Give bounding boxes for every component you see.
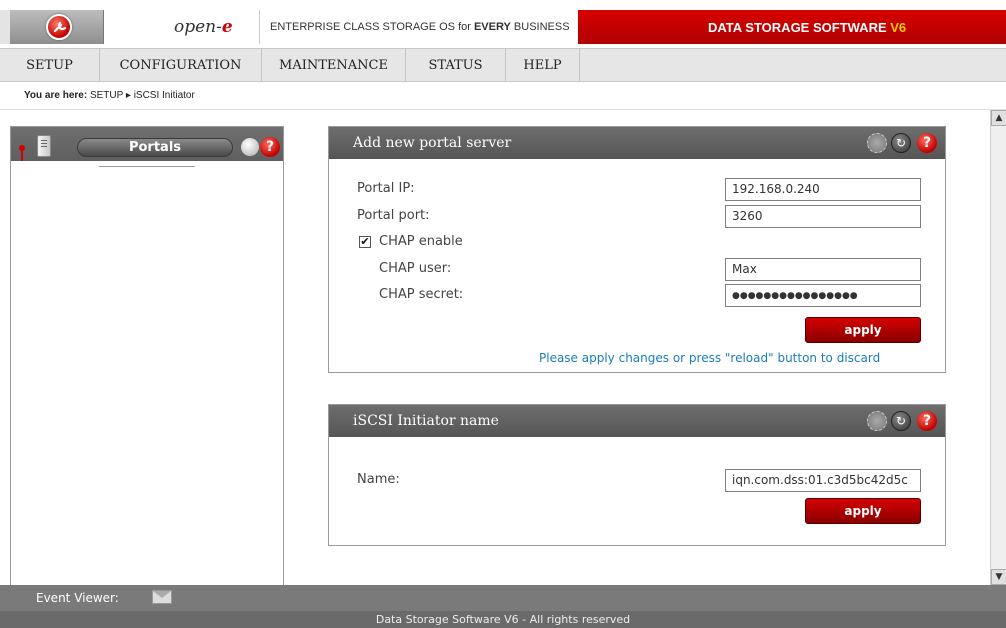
portal-ip-label: Portal IP: <box>357 181 415 196</box>
pin-line <box>21 149 23 161</box>
server-slot <box>41 146 47 147</box>
brand-logo: open-e <box>174 17 233 37</box>
initiator-name-input[interactable]: iqn.com.dss:01.c3d5bc42d5c <box>725 469 921 492</box>
product-title: DATA STORAGE SOFTWARE V6 <box>708 20 907 35</box>
tab-divider <box>11 161 283 172</box>
left-panel: Portals ? <box>10 126 284 586</box>
settings-icon[interactable] <box>867 133 887 153</box>
apply-note: Please apply changes or press "reload" b… <box>539 351 881 365</box>
nav-configuration[interactable]: CONFIGURATION <box>100 49 262 82</box>
tab-portals[interactable]: Portals <box>77 138 233 157</box>
breadcrumb: You are here: SETUP ▸ iSCSI Initiator <box>0 82 1006 110</box>
portal-port-input[interactable]: 3260 <box>725 205 921 228</box>
event-viewer-label: Event Viewer: <box>36 591 119 605</box>
vertical-scrollbar[interactable]: ▲ ▼ <box>990 110 1006 585</box>
tagline: ENTERPRISE CLASS STORAGE OS for EVERY BU… <box>270 21 570 33</box>
chap-enable-checkbox[interactable]: ✔ <box>359 236 371 248</box>
breadcrumb-text: You are here: SETUP ▸ iSCSI Initiator <box>24 90 195 101</box>
mail-icon[interactable] <box>152 590 172 604</box>
portal-ip-input[interactable]: 192.168.0.240 <box>725 178 921 201</box>
header-top-strip <box>0 0 1006 10</box>
initiator-name-panel: iSCSI Initiator name ↻ ? Name: iqn.com.d… <box>328 404 946 546</box>
nav-setup[interactable]: SETUP <box>0 49 100 82</box>
apply-button[interactable]: apply <box>805 317 921 343</box>
app-header: open-e ENTERPRISE CLASS STORAGE OS for E… <box>0 0 1006 44</box>
panel-header: iSCSI Initiator name ↻ ? <box>329 405 945 437</box>
panel-header: Add new portal server ↻ ? <box>329 127 945 159</box>
chap-secret-input[interactable]: ●●●●●●●●●●●●●●●● <box>725 284 921 307</box>
chap-secret-label: CHAP secret: <box>379 287 464 302</box>
nav-maintenance[interactable]: MAINTENANCE <box>262 49 406 82</box>
reload-icon[interactable]: ↻ <box>891 411 911 431</box>
main-nav: SETUP CONFIGURATION MAINTENANCE STATUS H… <box>0 48 1006 82</box>
apply-button[interactable]: apply <box>805 498 921 524</box>
reload-icon[interactable]: ↻ <box>891 133 911 153</box>
panel-title: Add new portal server <box>353 135 512 151</box>
footer: Data Storage Software V6 - All rights re… <box>0 611 1006 628</box>
scroll-down-icon[interactable]: ▼ <box>991 569 1006 585</box>
scroll-up-icon[interactable]: ▲ <box>991 110 1006 126</box>
initiator-name-label: Name: <box>357 472 400 487</box>
server-slot <box>41 143 47 144</box>
tools-icon[interactable] <box>240 137 260 157</box>
settings-icon[interactable] <box>867 411 887 431</box>
portal-port-label: Portal port: <box>357 208 430 223</box>
server-slot <box>41 140 47 141</box>
brand-box: open-e <box>104 10 260 44</box>
left-tabbar: Portals ? <box>11 127 283 172</box>
nav-status[interactable]: STATUS <box>406 49 506 82</box>
divider-line <box>99 166 195 167</box>
event-viewer-bar: Event Viewer: <box>0 585 1006 611</box>
product-banner: DATA STORAGE SOFTWARE V6 <box>578 10 1006 44</box>
chap-enable-label: CHAP enable <box>379 234 463 249</box>
chap-user-label: CHAP user: <box>379 261 452 276</box>
help-icon[interactable]: ? <box>917 411 937 431</box>
panel-title: iSCSI Initiator name <box>353 413 499 429</box>
logo-icon <box>46 14 72 40</box>
help-icon[interactable]: ? <box>260 137 280 157</box>
nav-help[interactable]: HELP <box>506 49 580 82</box>
copyright-text: Data Storage Software V6 - All rights re… <box>375 613 631 626</box>
add-portal-panel: Add new portal server ↻ ? Portal IP: 192… <box>328 126 946 373</box>
tagline-box: ENTERPRISE CLASS STORAGE OS for EVERY BU… <box>260 10 578 44</box>
logo-box[interactable] <box>10 10 104 44</box>
server-icon[interactable] <box>37 135 51 157</box>
help-icon[interactable]: ? <box>917 133 937 153</box>
chap-user-input[interactable]: Max <box>725 258 921 281</box>
